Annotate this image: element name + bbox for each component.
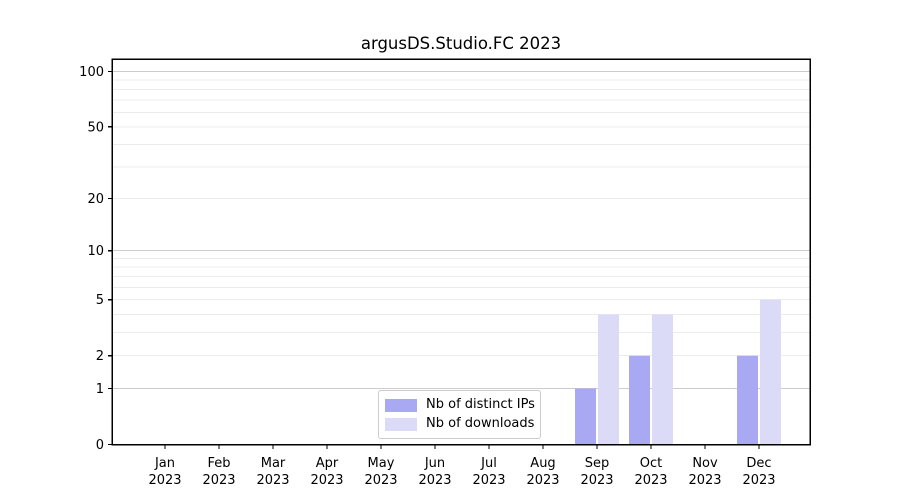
- y-tick-label-10: 10: [87, 244, 104, 259]
- legend-item-downloads: Nb of downloads: [385, 417, 535, 431]
- x-tick-label-year-sep: 2023: [580, 473, 613, 488]
- x-tick-label-month-feb: Feb: [207, 456, 230, 471]
- x-tick-label-year-aug: 2023: [526, 473, 559, 488]
- y-tick-label-50: 50: [87, 120, 104, 135]
- y-tick-label-0: 0: [96, 438, 104, 453]
- bar-dec-distinct-ips: [737, 356, 758, 445]
- bar-sep-downloads: [598, 314, 619, 444]
- bar-oct-distinct-ips: [629, 356, 650, 445]
- x-tick-label-year-oct: 2023: [634, 473, 667, 488]
- x-tick-label-year-mar: 2023: [256, 473, 289, 488]
- legend-swatch-downloads: [385, 418, 417, 431]
- plot-area-border: [112, 59, 810, 445]
- x-tick-label-month-oct: Oct: [640, 456, 662, 471]
- chart-title: argusDS.Studio.FC 2023: [112, 34, 810, 53]
- x-tick-label-year-jun: 2023: [418, 473, 451, 488]
- bar-sep-distinct-ips: [575, 388, 596, 444]
- x-tick-label-month-aug: Aug: [530, 456, 555, 471]
- x-tick-label-month-jan: Jan: [154, 456, 175, 471]
- x-tick-label-month-nov: Nov: [692, 456, 718, 471]
- bar-oct-downloads: [652, 314, 673, 444]
- x-tick-label-month-jun: Jun: [424, 456, 445, 471]
- legend-label-downloads: Nb of downloads: [426, 417, 534, 431]
- x-tick-label-year-jan: 2023: [148, 473, 181, 488]
- y-tick-label-20: 20: [87, 192, 104, 207]
- y-tick-label-5: 5: [96, 293, 104, 308]
- y-tick-label-1: 1: [96, 382, 104, 397]
- figure: 0 1 2 5 10 20 50 100 Jan 2023 Feb 2023 Mar 2023 Apr 202…: [0, 0, 900, 500]
- x-tick-label-month-dec: Dec: [746, 456, 771, 471]
- x-tick-label-month-mar: Mar: [261, 456, 286, 471]
- x-tick-label-month-apr: Apr: [316, 456, 339, 471]
- bar-dec-downloads: [760, 300, 781, 445]
- x-tick-label-year-dec: 2023: [742, 473, 775, 488]
- x-tick-label-year-may: 2023: [364, 473, 397, 488]
- x-tick-label-month-sep: Sep: [585, 456, 610, 471]
- x-tick-label-month-may: May: [368, 456, 395, 471]
- legend-swatch-distinct-ips: [385, 399, 417, 412]
- x-tick-label-year-nov: 2023: [688, 473, 721, 488]
- y-tick-label-2: 2: [96, 349, 104, 364]
- y-tick-label-100: 100: [79, 65, 104, 80]
- legend-item-distinct-ips: Nb of distinct IPs: [385, 398, 535, 412]
- x-tick-label-year-jul: 2023: [472, 473, 505, 488]
- legend: Nb of distinct IPs Nb of downloads: [378, 390, 541, 439]
- legend-label-distinct-ips: Nb of distinct IPs: [426, 398, 535, 412]
- x-tick-label-year-feb: 2023: [202, 473, 235, 488]
- x-tick-label-year-apr: 2023: [310, 473, 343, 488]
- x-tick-label-month-jul: Jul: [480, 456, 497, 471]
